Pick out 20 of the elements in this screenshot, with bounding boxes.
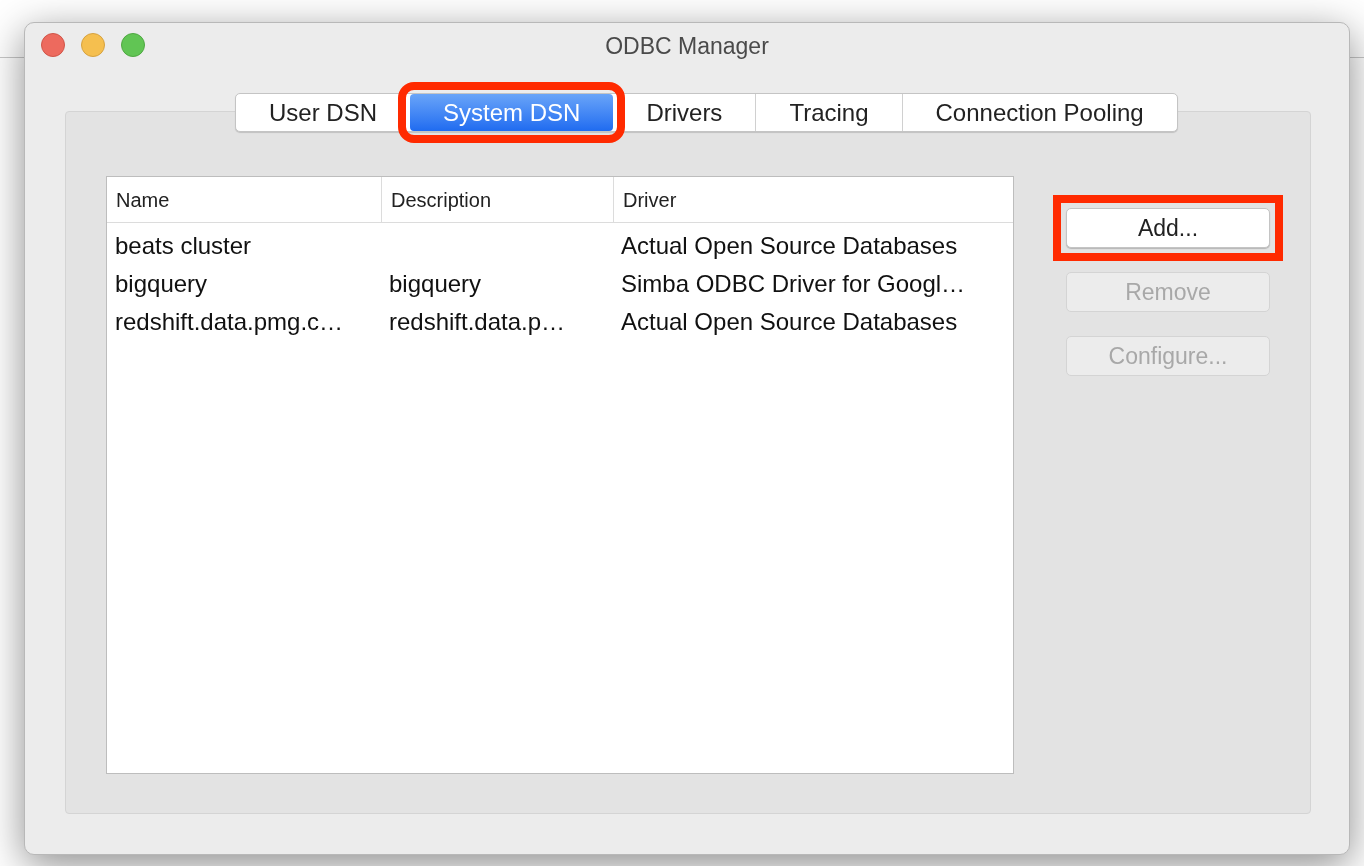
- zoom-button[interactable]: [121, 33, 145, 57]
- table-cell: Actual Open Source Databases: [621, 232, 958, 259]
- tab[interactable]: Tracing: [755, 94, 902, 131]
- column-header[interactable]: Driver: [623, 184, 677, 215]
- column-header[interactable]: Name: [116, 184, 170, 215]
- table-cell: Simba ODBC Driver for Googl…: [621, 270, 966, 297]
- table-cell: redshift.data.pmg.c…: [115, 308, 344, 335]
- tab[interactable]: User DSN: [236, 94, 410, 131]
- minimize-button[interactable]: [81, 33, 105, 57]
- table-cell: Actual Open Source Databases: [621, 308, 958, 335]
- column-header[interactable]: Description: [391, 184, 492, 215]
- tab[interactable]: Drivers: [613, 94, 756, 131]
- tab[interactable]: Connection Pooling: [901, 94, 1177, 131]
- window-title: ODBC Manager: [605, 31, 769, 61]
- close-button[interactable]: [41, 33, 65, 57]
- table-cell: redshift.data.p…: [389, 308, 566, 335]
- action-button[interactable]: Add...: [1066, 208, 1270, 248]
- table-cell: beats cluster: [115, 232, 252, 259]
- table-cell: bigquery: [115, 270, 208, 297]
- table-cell: bigquery: [389, 270, 482, 297]
